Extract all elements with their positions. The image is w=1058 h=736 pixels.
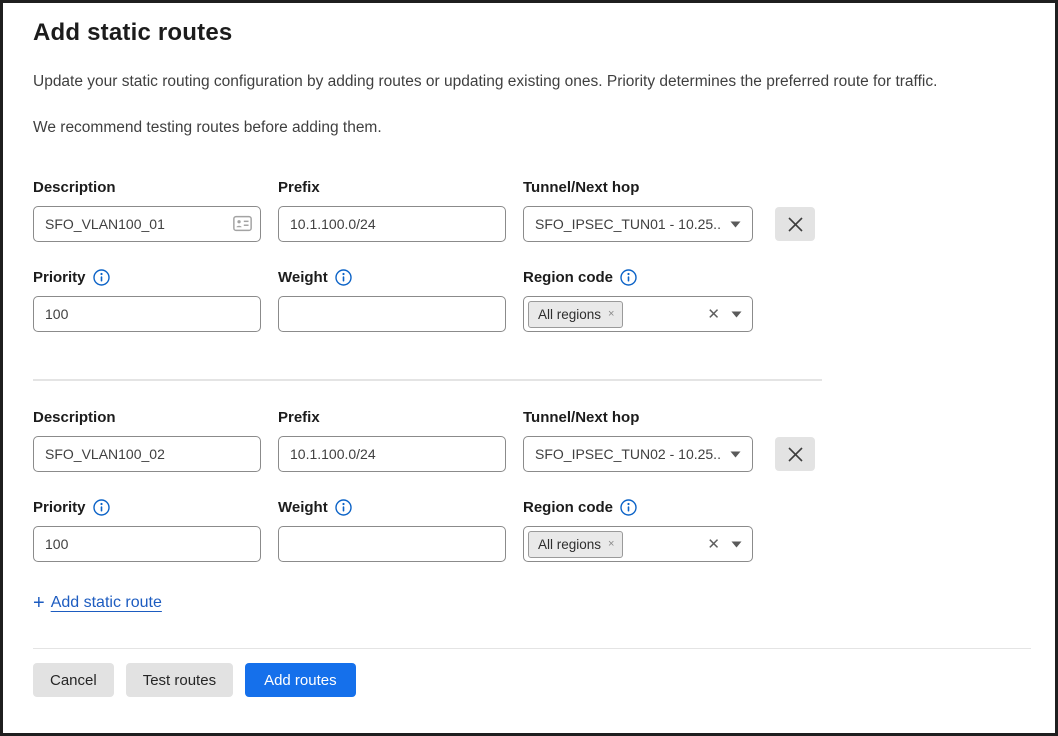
region-multiselect[interactable]: All regions × ✕ [523,526,753,562]
priority-field-1: Priority [33,268,261,332]
priority-input[interactable] [33,296,261,332]
info-icon[interactable] [620,499,637,516]
prefix-input[interactable] [278,206,506,242]
chevron-down-icon [730,221,741,228]
description-input[interactable] [33,206,261,242]
region-label: Region code [523,269,613,286]
description-field-2: Description [33,408,261,472]
weight-label: Weight [278,499,328,516]
tunnel-label: Tunnel/Next hop [523,178,753,197]
description-label: Description [33,408,261,427]
prefix-label: Prefix [278,408,506,427]
footer-divider [33,648,1031,649]
info-icon[interactable] [335,269,352,286]
region-field-2: Region code All regions × ✕ [523,498,753,562]
region-tag-label: All regions [538,307,601,322]
route-group-1: Description Prefix Tunnel/Next [33,178,1025,332]
weight-input[interactable] [278,296,506,332]
tunnel-field-1: Tunnel/Next hop SFO_IPSEC_TUN01 - 10.25.… [523,178,753,242]
prefix-field-2: Prefix [278,408,506,472]
priority-field-2: Priority [33,498,261,562]
plus-icon: + [33,593,45,613]
prefix-field-1: Prefix [278,178,506,242]
weight-field-1: Weight [278,268,506,332]
route-group-divider [33,379,822,381]
region-tag-label: All regions [538,537,601,552]
test-routes-button[interactable]: Test routes [126,663,233,697]
tunnel-select[interactable]: SFO_IPSEC_TUN02 - 10.25... [523,436,753,472]
dialog-description: Update your static routing configuration… [33,72,1025,92]
tunnel-selected-value: SFO_IPSEC_TUN01 - 10.25... [535,216,722,232]
region-tag: All regions × [528,531,623,558]
cancel-button[interactable]: Cancel [33,663,114,697]
prefix-input[interactable] [278,436,506,472]
weight-label: Weight [278,269,328,286]
add-static-routes-dialog: Add static routes Update your static rou… [3,3,1055,697]
priority-label: Priority [33,499,86,516]
tunnel-label: Tunnel/Next hop [523,408,753,427]
remove-route-button[interactable] [775,437,815,471]
prefix-label: Prefix [278,178,506,197]
info-icon[interactable] [93,269,110,286]
add-static-route-label: Add static route [51,594,162,612]
region-tag: All regions × [528,301,623,328]
clear-icon[interactable]: ✕ [704,305,723,323]
close-icon [787,446,804,463]
tag-remove-icon[interactable]: × [608,539,614,550]
tunnel-selected-value: SFO_IPSEC_TUN02 - 10.25... [535,446,722,462]
footer-actions: Cancel Test routes Add routes [33,663,1025,697]
chevron-down-icon [731,541,742,548]
route-group-2: Description Prefix Tunnel/Next hop SFO_I… [33,408,1025,562]
add-routes-button[interactable]: Add routes [245,663,356,697]
chevron-down-icon [730,451,741,458]
chevron-down-icon [731,311,742,318]
info-icon[interactable] [620,269,637,286]
page-title: Add static routes [33,19,1025,47]
tunnel-field-2: Tunnel/Next hop SFO_IPSEC_TUN02 - 10.25.… [523,408,753,472]
close-icon [787,216,804,233]
priority-label: Priority [33,269,86,286]
description-input[interactable] [33,436,261,472]
clear-icon[interactable]: ✕ [704,535,723,553]
weight-input[interactable] [278,526,506,562]
tunnel-select[interactable]: SFO_IPSEC_TUN01 - 10.25... [523,206,753,242]
dialog-note: We recommend testing routes before addin… [33,119,1025,137]
add-static-route-link[interactable]: + Add static route [33,593,162,613]
remove-route-button[interactable] [775,207,815,241]
region-field-1: Region code All regions × ✕ [523,268,753,332]
tag-remove-icon[interactable]: × [608,309,614,320]
info-icon[interactable] [93,499,110,516]
description-label: Description [33,178,261,197]
priority-input[interactable] [33,526,261,562]
weight-field-2: Weight [278,498,506,562]
region-label: Region code [523,499,613,516]
description-field-1: Description [33,178,261,242]
region-multiselect[interactable]: All regions × ✕ [523,296,753,332]
info-icon[interactable] [335,499,352,516]
